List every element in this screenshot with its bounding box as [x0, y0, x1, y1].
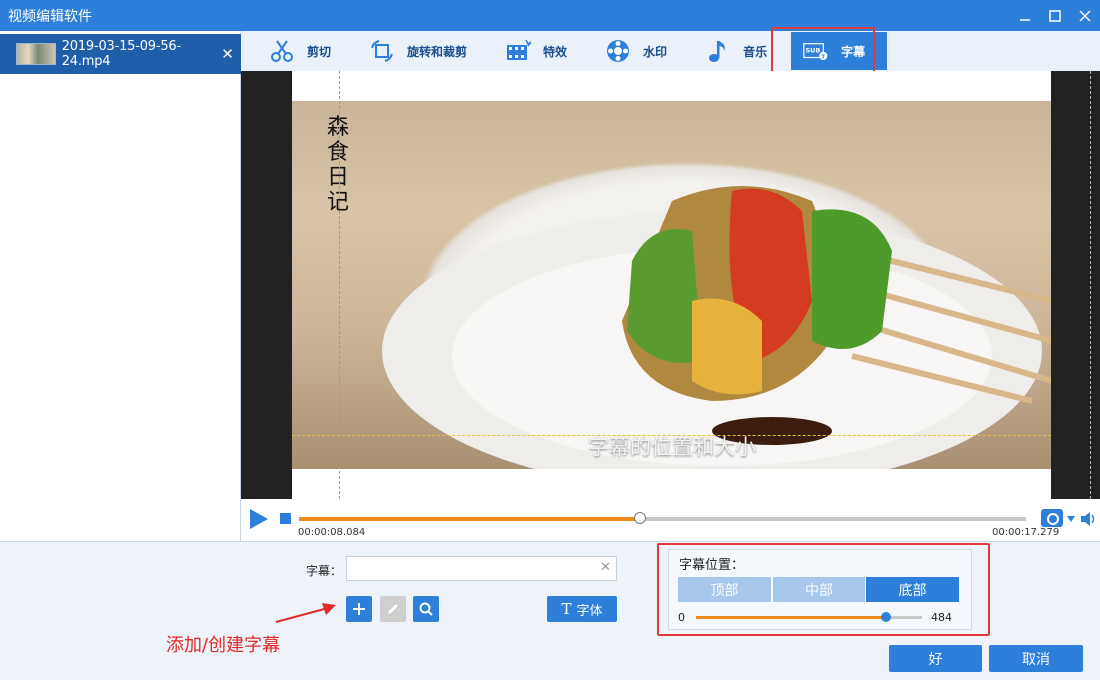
file-tab[interactable]: 2019-03-15-09-56-24.mp4 ✕	[0, 34, 241, 74]
tab-cut-label: 剪切	[307, 44, 332, 59]
file-panel: 2019-03-15-09-56-24.mp4 ✕	[0, 31, 241, 541]
tab-rotate-crop-label: 旋转和裁剪	[407, 44, 468, 59]
play-button[interactable]	[250, 509, 268, 529]
snapshot-dropdown-icon[interactable]	[1067, 516, 1075, 522]
playback-bar: 00:00:08.084 00:00:17.279	[241, 499, 1100, 541]
title-bar: 视频编辑软件	[0, 0, 1100, 31]
scissors-icon	[269, 38, 295, 64]
clear-input-icon[interactable]: ✕	[600, 560, 611, 575]
tab-music[interactable]: 音乐	[677, 32, 777, 70]
tab-cut[interactable]: 剪切	[241, 32, 341, 70]
tab-subtitle-label: 字幕	[841, 44, 866, 59]
video-preview: 森 食 日记 字幕的位置和大小	[241, 71, 1100, 499]
progress-fill	[299, 517, 640, 521]
maximize-icon[interactable]	[1040, 0, 1070, 31]
subtitle-icon: SUB T	[803, 38, 829, 64]
annotation-text: 添加/创建字幕	[166, 635, 281, 656]
brand-logo: 森 食 日记	[326, 115, 349, 215]
file-name: 2019-03-15-09-56-24.mp4	[61, 39, 182, 69]
effects-icon	[505, 38, 532, 64]
file-close-icon[interactable]: ✕	[220, 45, 235, 63]
window-title: 视频编辑软件	[8, 8, 92, 25]
svg-text:T: T	[821, 54, 825, 60]
tool-tabs: 剪切 旋转和裁剪 特效 水印 音乐 SUB T 字幕	[241, 31, 1100, 71]
pencil-icon	[388, 604, 398, 614]
progress-knob[interactable]	[633, 512, 646, 524]
watermark-icon	[605, 38, 631, 64]
total-time: 00:00:17.279	[992, 527, 1060, 538]
position-group-highlight	[657, 543, 990, 636]
font-icon: T	[561, 600, 572, 618]
annotation-arrow-icon	[275, 603, 336, 623]
tab-effects[interactable]: 特效	[477, 32, 577, 70]
video-frame: 森 食 日记 字幕的位置和大小	[292, 71, 1091, 499]
caption-preview[interactable]: 字幕的位置和大小	[292, 431, 1051, 461]
safe-area-right-line	[1090, 71, 1091, 499]
stop-button[interactable]	[280, 513, 291, 524]
minimize-icon[interactable]	[1010, 0, 1040, 31]
video-picture: 森 食 日记 字幕的位置和大小	[292, 101, 1051, 469]
tab-effects-label: 特效	[543, 44, 568, 59]
subtitle-label: 字幕：	[306, 564, 343, 578]
tab-watermark-label: 水印	[643, 44, 668, 59]
window-controls	[1010, 0, 1100, 31]
safe-area-left-line	[339, 71, 340, 499]
edit-subtitle-button[interactable]	[380, 596, 406, 622]
search-subtitle-button[interactable]	[413, 596, 439, 622]
tab-watermark[interactable]: 水印	[577, 32, 677, 70]
tab-subtitle[interactable]: SUB T 字幕	[791, 32, 888, 70]
tab-rotate-crop[interactable]: 旋转和裁剪	[341, 32, 477, 70]
subtitle-input[interactable]	[346, 556, 617, 581]
cancel-button[interactable]: 取消	[989, 645, 1083, 672]
font-button-label: 字体	[576, 603, 603, 619]
search-icon	[419, 602, 433, 616]
current-time: 00:00:08.084	[298, 527, 366, 538]
font-button[interactable]: T 字体	[547, 596, 617, 622]
progress-track[interactable]	[299, 512, 1026, 524]
video-thumbnail	[16, 43, 56, 65]
volume-icon[interactable]	[1079, 509, 1099, 532]
rotate-crop-icon	[369, 38, 395, 64]
music-note-icon	[705, 38, 731, 64]
close-icon[interactable]	[1070, 0, 1100, 31]
tab-music-label: 音乐	[743, 44, 768, 59]
svg-text:SUB: SUB	[806, 47, 821, 55]
food-image	[382, 186, 1051, 469]
snapshot-camera-icon[interactable]	[1041, 509, 1063, 527]
ok-button[interactable]: 好	[889, 645, 982, 672]
add-subtitle-button[interactable]	[346, 596, 372, 622]
